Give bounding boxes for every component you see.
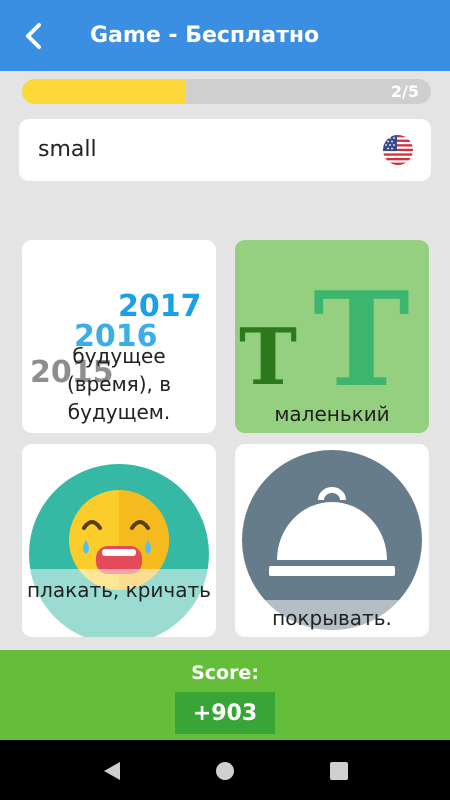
crying-face-illustration	[29, 464, 209, 637]
chevron-left-icon	[26, 23, 41, 49]
score-value: +903	[175, 692, 275, 734]
system-nav-bar	[0, 740, 450, 800]
answer-label-4: покрывать.	[272, 606, 392, 630]
app-bar: Game - Бесплатно	[0, 0, 450, 71]
answer-label-3: плакать, кричать	[27, 578, 211, 602]
score-title: Score:	[191, 662, 259, 684]
triangle-back-icon[interactable]	[101, 760, 123, 782]
answer-option-4[interactable]: покрывать.	[235, 444, 429, 637]
answer-option-3[interactable]: плакать, кричать	[22, 444, 216, 637]
large-letter-t: T	[313, 263, 410, 416]
small-letter-t: T	[239, 312, 297, 403]
progress-label: 2/5	[390, 82, 419, 101]
page-title: Game - Бесплатно	[90, 23, 320, 48]
question-word: small	[38, 137, 97, 162]
us-flag-icon[interactable]	[383, 135, 413, 165]
answer-label-2: маленький	[274, 402, 390, 426]
answer-option-1[interactable]: 2017 2016 2015 будущее (время), в будуще…	[22, 240, 216, 433]
answer-label-1: будущее (время), в будущем.	[66, 344, 171, 424]
question-card: small	[19, 119, 431, 181]
progress-bar: 2/5	[22, 79, 431, 104]
square-recents-icon[interactable]	[328, 760, 350, 782]
circle-home-icon[interactable]	[214, 760, 236, 782]
answer-option-2[interactable]: T T маленький	[235, 240, 429, 433]
progress-fill	[22, 79, 186, 104]
back-button[interactable]	[14, 17, 54, 55]
score-panel: Score: +903	[0, 650, 450, 740]
